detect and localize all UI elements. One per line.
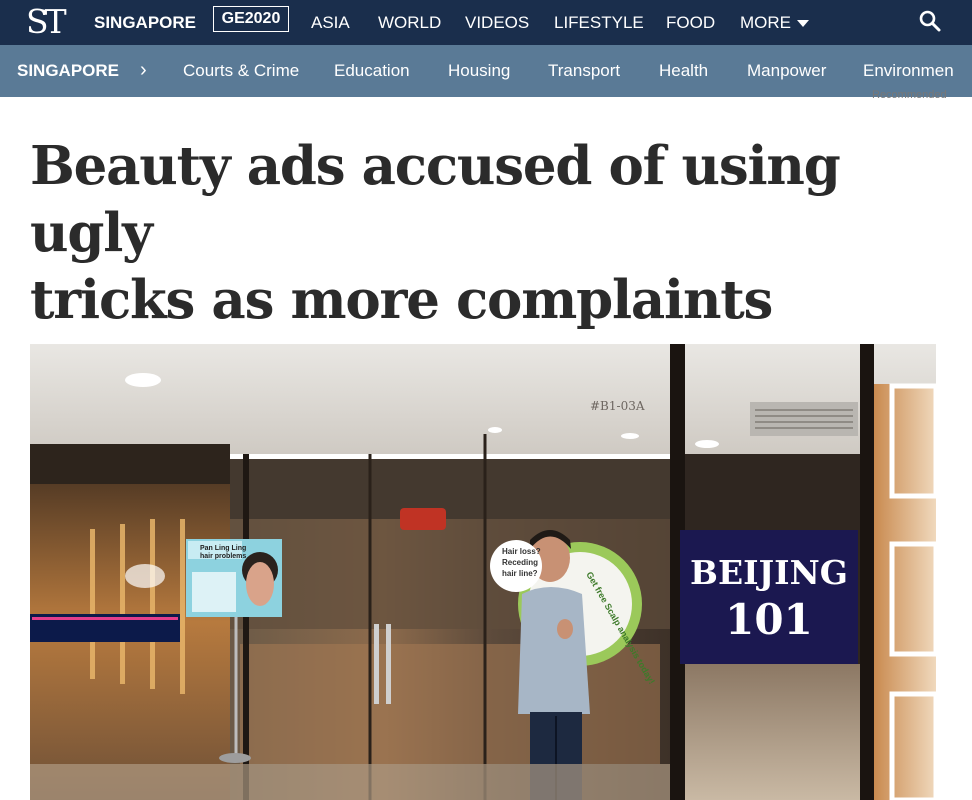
nav-food[interactable]: FOOD <box>666 0 715 45</box>
nav-asia[interactable]: ASIA <box>311 0 350 45</box>
nav-more[interactable]: MORE <box>740 0 809 45</box>
nav-more-label: MORE <box>740 13 791 32</box>
beijing-101-sign: BEIJING 101 <box>680 530 858 664</box>
subnav-education[interactable]: Education <box>334 45 410 97</box>
article-photo[interactable]: #B1-03A Pan Ling Ling hair problems BEIJ… <box>30 344 936 800</box>
unit-number: #B1-03A <box>590 399 645 413</box>
svg-text:hair line?: hair line? <box>502 569 538 578</box>
subnav-housing[interactable]: Housing <box>448 45 510 97</box>
storefront-photo: #B1-03A Pan Ling Ling hair problems BEIJ… <box>30 344 936 800</box>
subnav-health[interactable]: Health <box>659 45 708 97</box>
sign-line-2: 101 <box>725 595 813 644</box>
headline-line-1: Beauty ads accused of using ugly <box>30 135 841 264</box>
section-navigation-bar: SINGAPORE › Courts & Crime Education Hou… <box>0 45 972 97</box>
nav-videos[interactable]: VIDEOS <box>465 0 529 45</box>
chevron-down-icon <box>797 20 809 28</box>
speech-bubble: Hair loss? Receding hair line? <box>490 540 542 592</box>
restaurant-logo <box>400 508 446 530</box>
subnav-transport[interactable]: Transport <box>548 45 620 97</box>
subnav-manpower[interactable]: Manpower <box>747 45 826 97</box>
recommended-label: Recommended <box>872 89 947 101</box>
svg-text:Receding: Receding <box>502 558 538 567</box>
site-logo[interactable]: ST <box>26 2 67 42</box>
sign-line-1: BEIJING <box>690 553 848 592</box>
nav-ge2020[interactable]: GE2020 <box>213 6 289 32</box>
chevron-right-icon: › <box>140 59 147 81</box>
svg-text:Pan Ling Ling: Pan Ling Ling <box>200 545 246 552</box>
svg-text:Hair loss?: Hair loss? <box>502 547 541 556</box>
nav-world[interactable]: WORLD <box>378 0 441 45</box>
nav-lifestyle[interactable]: LIFESTYLE <box>554 0 644 45</box>
top-navigation-bar: ST SINGAPORE GE2020 ASIA WORLD VIDEOS LI… <box>0 0 972 45</box>
svg-text:hair problems: hair problems <box>200 553 246 560</box>
search-icon <box>919 10 941 32</box>
section-singapore[interactable]: SINGAPORE <box>17 45 119 97</box>
subnav-courts-crime[interactable]: Courts & Crime <box>183 45 299 97</box>
nav-singapore[interactable]: SINGAPORE <box>94 0 196 45</box>
search-button[interactable] <box>918 9 942 33</box>
